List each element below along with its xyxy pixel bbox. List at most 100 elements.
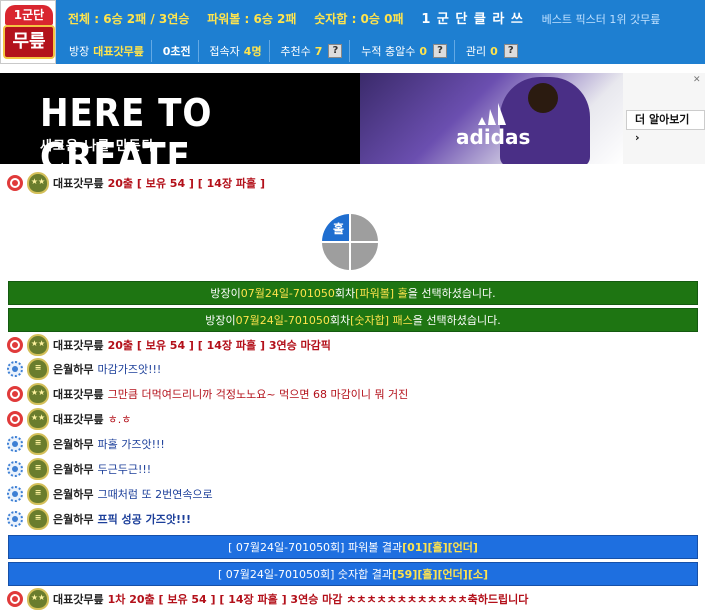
elapsed-info: 0초전 bbox=[156, 40, 199, 62]
total-record: 전체 : 6승 2패 / 3연승 bbox=[68, 12, 190, 26]
chat-message: ≡ 은월하무 파홀 가즈앗!!! bbox=[7, 433, 165, 455]
picker-quadrant[interactable] bbox=[351, 214, 378, 241]
result-value: [59][홀][언더][소] bbox=[391, 568, 488, 581]
pick-notice: 방장이 07월24일-701050 회차 [파워볼] 홀 을 선택하셨습니다. bbox=[8, 281, 698, 305]
rank-badge-icon: ★★ bbox=[27, 408, 49, 430]
chat-message: ★★ 대표갓무릎 그만큼 더먹여드리니까 걱정노노요~ 먹으면 68 마감이니 … bbox=[7, 383, 409, 405]
chat-nick[interactable]: 대표갓무릎 bbox=[53, 591, 104, 607]
chat-message: ★★ 대표갓무릎 1차 20출 [ 보유 54 ] [ 14장 파홀 ] 3연승… bbox=[7, 588, 529, 610]
notice-pick: [파워볼] 홀 bbox=[355, 287, 408, 300]
admin-help-button[interactable]: ? bbox=[503, 44, 518, 58]
rank-badge-icon: ★★ bbox=[27, 383, 49, 405]
ad-close-icon[interactable]: ✕ bbox=[693, 75, 703, 85]
grade-label: 1 군 단 클 라 쓰 bbox=[421, 12, 524, 27]
user-level-icon bbox=[7, 511, 23, 527]
chat-nick[interactable]: 은월하무 bbox=[53, 436, 93, 452]
ad-brand: adidas bbox=[456, 125, 531, 149]
charge-info: 누적 충알수 0 ? bbox=[354, 40, 456, 62]
admin-value: 0 bbox=[490, 44, 498, 58]
charge-label: 누적 충알수 bbox=[361, 45, 416, 58]
rank-badge-icon: ≡ bbox=[27, 483, 49, 505]
room-info-row: 방장 대표갓무릎 0초전 접속자 4명 추천수 7 ? 누적 충알수 0 ? 관… bbox=[62, 40, 525, 62]
oddeven-picker[interactable]: 홀 bbox=[322, 214, 378, 270]
user-level-icon bbox=[7, 386, 23, 402]
chat-nick[interactable]: 은월하무 bbox=[53, 511, 93, 527]
chat-text: 1차 20출 [ 보유 54 ] [ 14장 파홀 ] 3연승 마감 ㅊㅊㅊㅊㅊ… bbox=[107, 593, 529, 606]
stats-row: 전체 : 6승 2패 / 3연승 파워볼 : 6승 2패 숫자합 : 0승 0패… bbox=[68, 8, 660, 30]
room-logo: 1군단 무릎 bbox=[0, 0, 56, 64]
viewers-info: 접속자 4명 bbox=[202, 40, 270, 62]
chat-text: 그만큼 더먹여드리니까 걱정노노요~ 먹으면 68 마감이니 뭐 거진 bbox=[107, 388, 409, 401]
host-name[interactable]: 대표갓무릎 bbox=[93, 43, 144, 59]
chat-nick[interactable]: 은월하무 bbox=[53, 486, 93, 502]
user-level-icon bbox=[7, 486, 23, 502]
chat-nick[interactable]: 대표갓무릎 bbox=[53, 175, 104, 191]
chat-nick[interactable]: 대표갓무릎 bbox=[53, 411, 104, 427]
logo-badge-top: 1군단 bbox=[5, 5, 53, 25]
chat-message: ≡ 은월하무 프픽 성공 가즈앗!!! bbox=[7, 508, 192, 530]
notice-round: 07월24일-701050 bbox=[235, 314, 330, 327]
picker-odd-selected[interactable]: 홀 bbox=[322, 214, 349, 241]
result-bar: [ 07월24일-701050회] 숫자합 결과 [59][홀][언더][소] bbox=[8, 562, 698, 586]
chat-text: 마감가즈앗!!! bbox=[97, 363, 162, 376]
rank-badge-icon: ★★ bbox=[27, 588, 49, 610]
logo-badge-main: 무릎 bbox=[3, 25, 55, 59]
chat-text: 두근두근!!! bbox=[97, 463, 152, 476]
viewers-value: 4명 bbox=[243, 45, 262, 58]
picker-quadrant[interactable] bbox=[322, 243, 349, 270]
recommend-help-button[interactable]: ? bbox=[328, 44, 343, 58]
admin-label: 관리 bbox=[465, 45, 487, 58]
recommend-value: 7 bbox=[314, 44, 323, 58]
chat-nick[interactable]: 대표갓무릎 bbox=[53, 337, 104, 353]
chat-message: ≡ 은월하무 두근두근!!! bbox=[7, 458, 152, 480]
chat-text: 파홀 가즈앗!!! bbox=[97, 438, 165, 451]
user-level-icon bbox=[7, 361, 23, 377]
pick-notice: 방장이 07월24일-701050 회차 [숫자합] 패스 을 선택하셨습니다. bbox=[8, 308, 698, 332]
rank-badge-icon: ≡ bbox=[27, 458, 49, 480]
rank-badge-icon: ★★ bbox=[27, 334, 49, 356]
notice-round: 07월24일-701050 bbox=[240, 287, 335, 300]
ad-subline: 새로운 나를 만든다 bbox=[40, 139, 155, 154]
charge-help-button[interactable]: ? bbox=[433, 44, 448, 58]
picker-quadrant[interactable] bbox=[351, 243, 378, 270]
notice-prefix: 방장이 bbox=[205, 314, 236, 327]
chat-message: ≡ 은월하무 그때처럼 또 2번연속으로 bbox=[7, 483, 213, 505]
chat-nick[interactable]: 대표갓무릎 bbox=[53, 386, 104, 402]
sum-record: 숫자합 : 0승 0패 bbox=[314, 12, 404, 26]
ad-learn-more-button[interactable]: 더 알아보기 › bbox=[626, 110, 705, 144]
ad-text-panel[interactable]: HERE TO CREATE 새로운 나를 만든다 bbox=[0, 73, 360, 179]
result-value: [01][홀][언더] bbox=[402, 541, 478, 554]
chat-text: 20출 [ 보유 54 ] [ 14장 파홀 ] bbox=[107, 177, 265, 190]
chat-text: 20출 [ 보유 54 ] [ 14장 파홀 ] 3연승 마감픽 bbox=[107, 339, 331, 352]
notice-suffix: 을 선택하셨습니다. bbox=[412, 314, 501, 327]
host-label: 방장 bbox=[69, 45, 90, 58]
chat-nick[interactable]: 은월하무 bbox=[53, 361, 93, 377]
ad-player-head bbox=[528, 83, 558, 113]
notice-suffix: 을 선택하셨습니다. bbox=[407, 287, 496, 300]
rank-badge-icon: ≡ bbox=[27, 433, 49, 455]
notice-mid: 회차 bbox=[334, 287, 356, 300]
user-level-icon bbox=[7, 337, 23, 353]
rank-badge-icon: ≡ bbox=[27, 508, 49, 530]
user-level-icon bbox=[7, 175, 23, 191]
user-level-icon bbox=[7, 591, 23, 607]
admin-info: 관리 0 ? bbox=[459, 40, 525, 62]
recommend-label: 추천수 bbox=[280, 45, 311, 58]
notice-prefix: 방장이 bbox=[210, 287, 241, 300]
chat-message: ★★ 대표갓무릎 ㅎ.ㅎ bbox=[7, 408, 131, 430]
chat-text: 그때처럼 또 2번연속으로 bbox=[97, 488, 213, 501]
chat-text: 프픽 성공 가즈앗!!! bbox=[97, 513, 192, 526]
rank-badge-icon: ★★ bbox=[27, 172, 49, 194]
ad-banner[interactable]: HERE TO CREATE 새로운 나를 만든다 adidas 더 알아보기 … bbox=[0, 73, 705, 179]
best-picker-label: 베스트 픽스터 1위 갓무릎 bbox=[541, 13, 661, 26]
adidas-logo-icon bbox=[478, 103, 506, 125]
room-header: 1군단 무릎 전체 : 6승 2패 / 3연승 파워볼 : 6승 2패 숫자합 … bbox=[0, 0, 705, 64]
chat-message: ★★ 대표갓무릎 20출 [ 보유 54 ] [ 14장 파홀 ] bbox=[7, 172, 265, 194]
result-bar: [ 07월24일-701050회] 파워볼 결과 [01][홀][언더] bbox=[8, 535, 698, 559]
result-prefix: [ 07월24일-701050회] 파워볼 결과 bbox=[228, 541, 403, 554]
ad-image[interactable]: adidas bbox=[360, 73, 623, 164]
viewers-label: 접속자 bbox=[209, 45, 240, 58]
chat-nick[interactable]: 은월하무 bbox=[53, 461, 93, 477]
chat-message: ≡ 은월하무 마감가즈앗!!! bbox=[7, 358, 162, 380]
elapsed-value: 0초전 bbox=[162, 45, 191, 58]
